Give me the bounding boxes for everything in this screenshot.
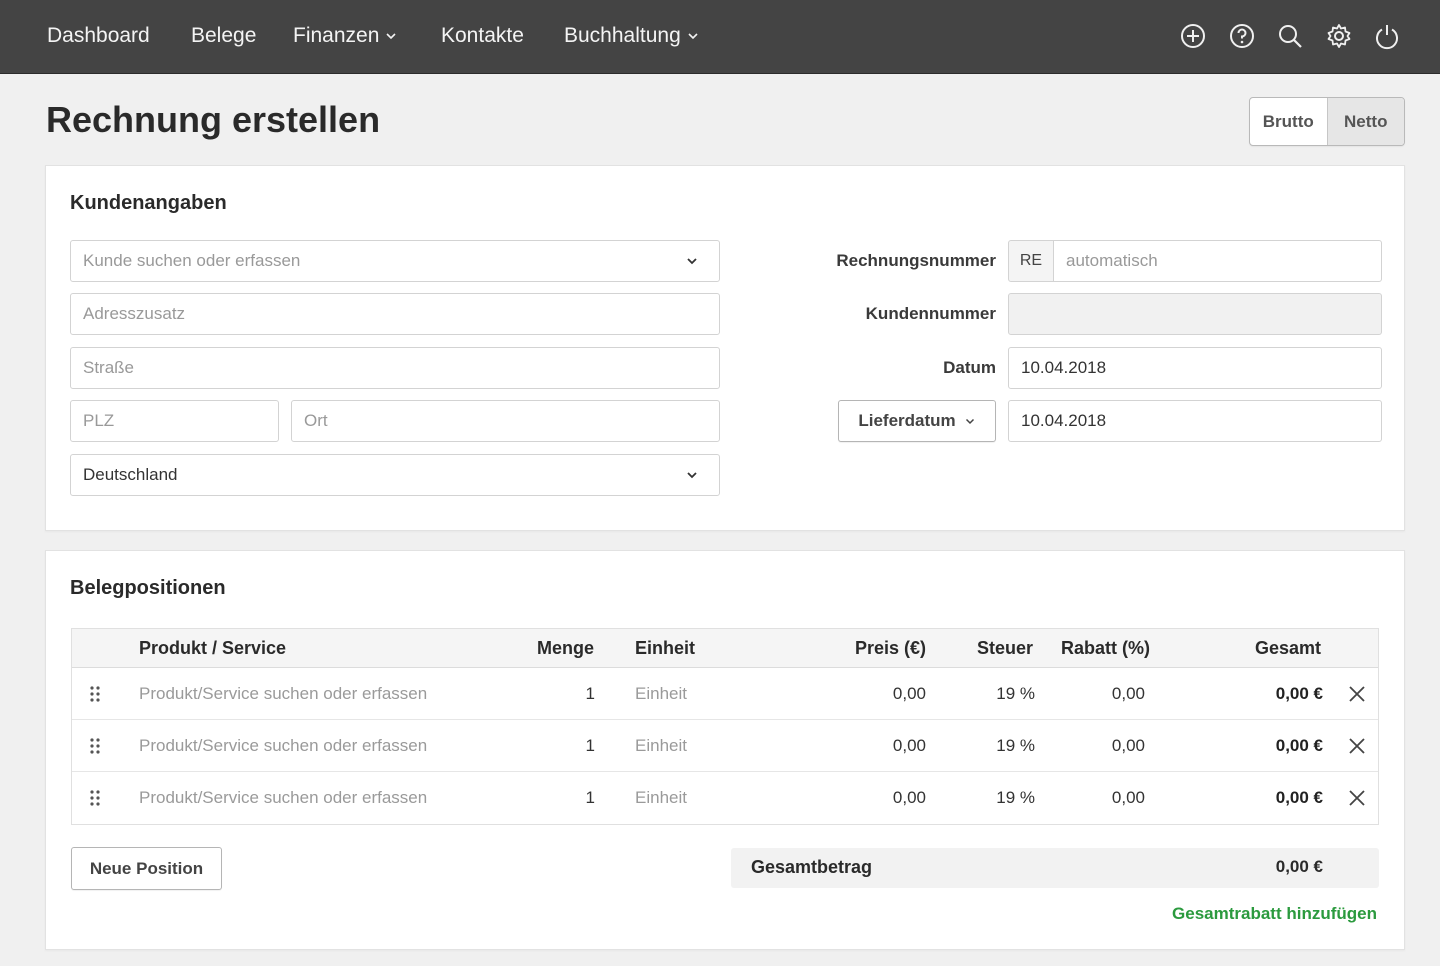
table-row: Produkt/Service suchen oder erfassen 1 E… [72, 772, 1378, 824]
customer-panel: Kundenangaben Kunde suchen oder erfassen… [45, 165, 1405, 531]
delivery-date-value: 10.04.2018 [1021, 411, 1107, 430]
price-input[interactable]: 0,00 [852, 735, 926, 757]
tax-select[interactable]: 19 % [972, 787, 1035, 809]
chevron-down-icon [386, 33, 396, 40]
address-extra-input[interactable]: Adresszusatz [70, 293, 720, 335]
customer-search-placeholder: Kunde suchen oder erfassen [83, 251, 301, 270]
new-position-button[interactable]: Neue Position [71, 847, 222, 890]
delivery-date-label: Lieferdatum [858, 411, 956, 430]
plus-circle-icon[interactable] [1179, 22, 1207, 50]
price-input[interactable]: 0,00 [852, 683, 926, 705]
col-tax: Steuer [977, 638, 1034, 658]
nav-dashboard-label: Dashboard [47, 24, 150, 47]
col-discount: Rabatt (%) [1061, 638, 1150, 658]
unit-input[interactable]: Einheit [635, 683, 687, 705]
nav-kontakte-label: Kontakte [441, 24, 524, 47]
toggle-brutto[interactable]: Brutto [1250, 98, 1327, 145]
page-title: Rechnung erstellen [46, 99, 381, 140]
customer-number-input [1008, 293, 1382, 335]
delivery-date-dropdown[interactable]: Lieferdatum [838, 400, 996, 442]
row-total: 0,00 € [1275, 736, 1323, 755]
customer-section-title: Kundenangaben [70, 192, 227, 214]
invoice-number-prefix: RE [1008, 240, 1054, 282]
positions-table: Produkt / Service Menge Einheit Preis (€… [71, 628, 1379, 825]
country-select[interactable]: Deutschland [70, 454, 720, 496]
product-input[interactable]: Produkt/Service suchen oder erfassen [139, 735, 427, 757]
nav-buchhaltung-label: Buchhaltung [564, 24, 681, 47]
row-total: 0,00 € [1275, 788, 1323, 807]
nav-belege-label: Belege [191, 24, 257, 47]
date-value: 10.04.2018 [1021, 358, 1107, 377]
discount-input[interactable]: 0,00 [1072, 787, 1145, 809]
drag-handle-icon[interactable] [88, 736, 102, 756]
chevron-down-icon [965, 418, 974, 425]
power-icon[interactable] [1373, 22, 1401, 50]
drag-handle-icon[interactable] [88, 684, 102, 704]
date-label: Datum [943, 358, 996, 377]
table-header: Produkt / Service Menge Einheit Preis (€… [72, 629, 1378, 668]
chevron-down-icon [687, 258, 697, 265]
chevron-down-icon [687, 472, 697, 479]
product-input[interactable]: Produkt/Service suchen oder erfassen [139, 683, 427, 705]
close-icon[interactable] [1346, 787, 1368, 809]
total-amount-bar: Gesamtbetrag 0,00 € [731, 848, 1379, 888]
date-input[interactable]: 10.04.2018 [1008, 347, 1382, 389]
nav-finanzen[interactable]: Finanzen [293, 22, 397, 50]
quantity-input[interactable]: 1 [532, 683, 595, 705]
nav-belege[interactable]: Belege [191, 22, 256, 50]
new-position-label: Neue Position [89, 858, 204, 878]
search-icon[interactable] [1276, 22, 1304, 50]
col-price: Preis (€) [855, 638, 927, 658]
total-amount-value: 0,00 € [1275, 857, 1323, 876]
help-icon[interactable] [1228, 22, 1256, 50]
settings-icon[interactable] [1325, 22, 1353, 50]
positions-section-title: Belegpositionen [70, 577, 226, 599]
street-input[interactable]: Straße [70, 347, 720, 389]
table-row: Produkt/Service suchen oder erfassen 1 E… [72, 720, 1378, 772]
delivery-date-input[interactable]: 10.04.2018 [1008, 400, 1382, 442]
tax-select[interactable]: 19 % [972, 683, 1035, 705]
tax-select[interactable]: 19 % [972, 735, 1035, 757]
discount-input[interactable]: 0,00 [1072, 683, 1145, 705]
col-product: Produkt / Service [139, 638, 287, 658]
zip-input[interactable]: PLZ [70, 400, 279, 442]
product-input[interactable]: Produkt/Service suchen oder erfassen [139, 787, 427, 809]
brutto-netto-toggle: Brutto Netto [1249, 97, 1405, 146]
unit-input[interactable]: Einheit [635, 735, 687, 757]
toggle-netto[interactable]: Netto [1326, 98, 1404, 145]
zip-placeholder: PLZ [83, 411, 115, 430]
row-total: 0,00 € [1275, 684, 1323, 703]
top-navigation: Dashboard Belege Finanzen Kontakte Buchh… [0, 0, 1440, 74]
discount-input[interactable]: 0,00 [1072, 735, 1145, 757]
drag-handle-icon[interactable] [88, 788, 102, 808]
total-amount-label: Gesamtbetrag [751, 857, 873, 877]
add-total-discount-link[interactable]: Gesamtrabatt hinzufügen [1172, 904, 1377, 924]
col-total: Gesamt [1255, 638, 1322, 658]
col-unit: Einheit [635, 638, 696, 658]
customer-number-label: Kundennummer [865, 304, 996, 323]
nav-kontakte[interactable]: Kontakte [441, 22, 524, 50]
invoice-number-label: Rechnungsnummer [836, 251, 996, 270]
close-icon[interactable] [1346, 683, 1368, 705]
country-value: Deutschland [83, 465, 178, 484]
city-input[interactable]: Ort [291, 400, 720, 442]
city-placeholder: Ort [304, 411, 328, 430]
customer-search-select[interactable]: Kunde suchen oder erfassen [70, 240, 720, 282]
positions-panel: Belegpositionen Produkt / Service Menge … [45, 550, 1405, 950]
quantity-input[interactable]: 1 [532, 787, 595, 809]
nav-buchhaltung[interactable]: Buchhaltung [564, 22, 699, 50]
table-row: Produkt/Service suchen oder erfassen 1 E… [72, 668, 1378, 720]
col-quantity: Menge [537, 638, 595, 658]
invoice-number-input[interactable]: automatisch [1053, 240, 1382, 282]
address-extra-placeholder: Adresszusatz [83, 304, 186, 323]
invoice-number-placeholder: automatisch [1066, 251, 1158, 270]
close-icon[interactable] [1346, 735, 1368, 757]
unit-input[interactable]: Einheit [635, 787, 687, 809]
quantity-input[interactable]: 1 [532, 735, 595, 757]
nav-finanzen-label: Finanzen [293, 24, 380, 47]
chevron-down-icon [688, 33, 698, 40]
price-input[interactable]: 0,00 [852, 787, 926, 809]
street-placeholder: Straße [83, 358, 135, 377]
nav-dashboard[interactable]: Dashboard [47, 22, 150, 50]
